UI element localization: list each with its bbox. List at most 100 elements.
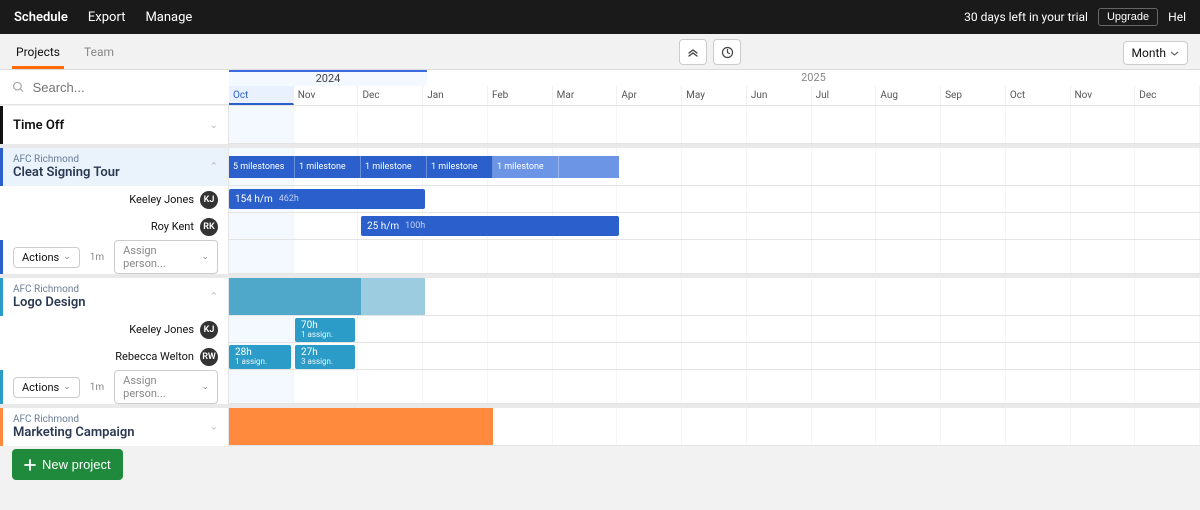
chevron-down-icon: ⌄	[63, 252, 71, 262]
milestone-seg[interactable]: 1 milestone	[427, 156, 493, 178]
project-overview-row[interactable]	[229, 408, 1200, 446]
overview-bar[interactable]	[229, 408, 493, 445]
allocation-bar[interactable]: 28h 1 assign.	[229, 345, 291, 369]
search-icon	[12, 80, 25, 94]
person-name: Roy Kent	[151, 220, 194, 233]
project-header[interactable]: AFC Richmond Marketing Campaign ⌄	[0, 408, 229, 446]
month-jan[interactable]: Jan	[423, 86, 488, 105]
collapse-all-button[interactable]	[679, 39, 707, 65]
person-name: Keeley Jones	[129, 193, 194, 206]
month-oct[interactable]: Oct	[229, 86, 294, 105]
month-row: Oct Nov Dec Jan Feb Mar Apr May Jun Jul …	[229, 86, 1200, 105]
chevron-down-icon: ⌄	[63, 382, 71, 392]
bar-hours: 154 h/m	[235, 194, 273, 205]
search-input[interactable]	[33, 80, 217, 95]
project-cleat-signing: AFC Richmond Cleat Signing Tour ⌃ 5 mile…	[0, 144, 1200, 186]
month-feb[interactable]: Feb	[488, 86, 553, 105]
person-roy[interactable]: Roy Kent RK	[0, 213, 229, 240]
section-time-off: Time Off ⌄	[0, 106, 1200, 144]
time-off-title: Time Off	[13, 118, 64, 133]
subtab-team[interactable]: Team	[80, 34, 118, 69]
person-row: Rebecca Welton RW 28h 1 assign. 27h 3 as…	[0, 343, 1200, 370]
milestone-seg[interactable]: 5 milestones	[229, 156, 295, 178]
person-timeline[interactable]: 25 h/m 100h	[229, 213, 1200, 240]
actions-button[interactable]: Actions ⌄	[13, 247, 80, 268]
month-dec2[interactable]: Dec	[1135, 86, 1200, 105]
allocation-bar[interactable]: 25 h/m 100h	[361, 216, 619, 236]
project-client: AFC Richmond	[13, 154, 218, 165]
today-button[interactable]	[713, 39, 741, 65]
subbar: Projects Team Month	[0, 34, 1200, 70]
bar-hours: 25 h/m	[367, 221, 399, 232]
person-timeline[interactable]: 154 h/m 462h	[229, 186, 1200, 213]
month-mar[interactable]: Mar	[553, 86, 618, 105]
chevron-down-icon: ⌄	[201, 252, 209, 262]
milestone-seg[interactable]: 1 milestone	[361, 156, 427, 178]
project-name: Logo Design	[13, 295, 218, 310]
milestone-count: 1m	[90, 252, 104, 263]
actions-row: Actions ⌄ 1m Assign person... ⌄	[0, 240, 1200, 274]
month-sep[interactable]: Sep	[941, 86, 1006, 105]
milestone-seg[interactable]: 1 milestone	[493, 156, 559, 178]
overview-bar[interactable]	[361, 278, 425, 315]
topbar: Schedule Export Manage 30 days left in y…	[0, 0, 1200, 34]
month-jun[interactable]: Jun	[747, 86, 812, 105]
year-next: 2025	[427, 70, 1200, 86]
milestone-seg[interactable]	[559, 156, 619, 178]
clock-icon	[721, 46, 734, 59]
project-header[interactable]: AFC Richmond Cleat Signing Tour ⌃	[0, 148, 229, 186]
allocation-bar[interactable]: 154 h/m 462h	[229, 189, 425, 209]
actions-timeline	[229, 370, 1200, 404]
bar-assign: 1 assign.	[235, 358, 267, 366]
chevron-up-icon[interactable]: ⌃	[210, 292, 218, 303]
subbar-tabs: Projects Team	[12, 34, 118, 69]
tab-export[interactable]: Export	[88, 10, 126, 25]
timeline-controls	[679, 39, 741, 69]
assign-person-select[interactable]: Assign person... ⌄	[114, 240, 218, 274]
person-rebecca[interactable]: Rebecca Welton RW	[0, 343, 229, 370]
project-overview-row[interactable]	[229, 278, 1200, 316]
avatar: KJ	[200, 191, 218, 209]
right-column: 2024 2025 Oct Nov Dec Jan Feb Mar Apr Ma…	[229, 70, 1200, 106]
project-header[interactable]: AFC Richmond Logo Design ⌃	[0, 278, 229, 316]
month-apr[interactable]: Apr	[617, 86, 682, 105]
person-timeline[interactable]: 28h 1 assign. 27h 3 assign.	[229, 343, 1200, 370]
help-link[interactable]: Hel	[1168, 10, 1186, 24]
project-client: AFC Richmond	[13, 284, 218, 295]
month-jul[interactable]: Jul	[812, 86, 877, 105]
person-keeley[interactable]: Keeley Jones KJ	[0, 316, 229, 343]
time-off-timeline[interactable]	[229, 106, 1200, 144]
assign-person-select[interactable]: Assign person... ⌄	[114, 370, 218, 404]
chevron-down-icon: ⌄	[201, 382, 209, 392]
month-may[interactable]: May	[682, 86, 747, 105]
milestone-seg[interactable]: 1 milestone	[295, 156, 361, 178]
chevron-down-icon[interactable]: ⌄	[210, 422, 218, 433]
zoom-select[interactable]: Month	[1123, 41, 1188, 65]
person-keeley[interactable]: Keeley Jones KJ	[0, 186, 229, 213]
chevron-up-icon[interactable]: ⌃	[210, 162, 218, 173]
overview-bar[interactable]	[229, 278, 361, 315]
month-nov2[interactable]: Nov	[1071, 86, 1136, 105]
allocation-bar[interactable]: 27h 3 assign.	[295, 345, 355, 369]
month-aug[interactable]: Aug	[876, 86, 941, 105]
allocation-bar[interactable]: 70h 1 assign.	[295, 318, 355, 342]
month-oct2[interactable]: Oct	[1006, 86, 1071, 105]
new-project-label: New project	[42, 457, 111, 472]
chevron-down-icon[interactable]: ⌄	[210, 120, 218, 131]
chevron-double-up-icon	[687, 46, 699, 58]
person-name: Rebecca Welton	[115, 350, 194, 363]
project-actions: Actions ⌄ 1m Assign person... ⌄	[0, 240, 229, 274]
actions-button[interactable]: Actions ⌄	[13, 377, 80, 398]
new-project-button[interactable]: New project	[12, 449, 123, 480]
month-dec[interactable]: Dec	[358, 86, 423, 105]
actions-row: Actions ⌄ 1m Assign person... ⌄	[0, 370, 1200, 404]
upgrade-button[interactable]: Upgrade	[1098, 8, 1158, 26]
tab-schedule[interactable]: Schedule	[14, 10, 68, 25]
actions-timeline	[229, 240, 1200, 274]
time-off-header[interactable]: Time Off ⌄	[0, 106, 229, 144]
tab-manage[interactable]: Manage	[145, 10, 192, 25]
subtab-projects[interactable]: Projects	[12, 34, 64, 69]
person-timeline[interactable]: 70h 1 assign.	[229, 316, 1200, 343]
project-milestone-row[interactable]: 5 milestones 1 milestone 1 milestone 1 m…	[229, 148, 1200, 186]
month-nov[interactable]: Nov	[294, 86, 359, 105]
